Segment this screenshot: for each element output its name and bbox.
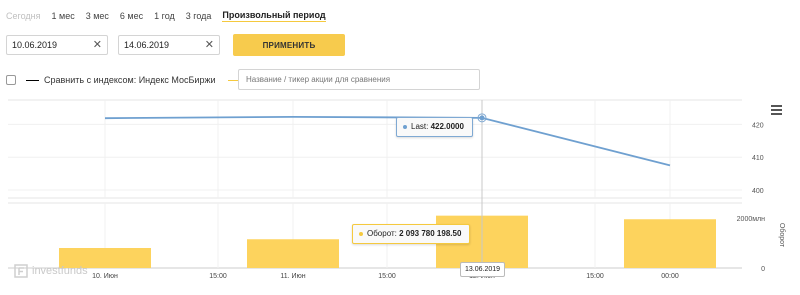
last-dot-icon xyxy=(403,124,407,129)
crosshair-date-label: 13.06.2019 xyxy=(460,262,506,277)
volume-value: 2 093 780 198.50 xyxy=(399,229,462,238)
x-tick-label: 10. Июн xyxy=(92,273,118,280)
x-tick-label: 00:00 xyxy=(661,273,679,280)
volume-label: Оборот: xyxy=(367,229,397,238)
price-y-tick: 420 xyxy=(752,122,764,129)
last-value: 422.0000 xyxy=(430,122,464,131)
volume-y-tick: 0 xyxy=(761,266,765,273)
volume-axis-title: Оборот xyxy=(778,223,786,248)
hover-point xyxy=(479,115,485,121)
watermark-text: investfunds xyxy=(32,265,88,277)
watermark-logo: investfunds xyxy=(14,264,88,278)
watermark-logo-icon xyxy=(14,264,28,278)
price-y-tick: 400 xyxy=(752,188,764,195)
price-y-tick: 410 xyxy=(752,155,764,162)
volume-bar-4 xyxy=(624,219,716,268)
volume-bar-1 xyxy=(247,239,339,268)
last-price-tooltip: Last: 422.0000 xyxy=(396,117,473,137)
volume-dot-icon xyxy=(359,231,363,236)
volume-tooltip: Оборот: 2 093 780 198.50 xyxy=(352,224,471,244)
volume-y-tick: 2000млн xyxy=(737,216,765,223)
x-tick-label: 15:00 xyxy=(378,273,396,280)
last-label: Last: xyxy=(411,122,429,131)
price-volume-chart[interactable]: 420 410 400 2000млн 0 Оборот 10. Июн 15:00 11. И… xyxy=(0,0,800,295)
x-tick-label: 15:00 xyxy=(209,273,227,280)
x-tick-label: 15:00 xyxy=(586,273,604,280)
x-tick-label: 11. Июн xyxy=(280,273,305,280)
